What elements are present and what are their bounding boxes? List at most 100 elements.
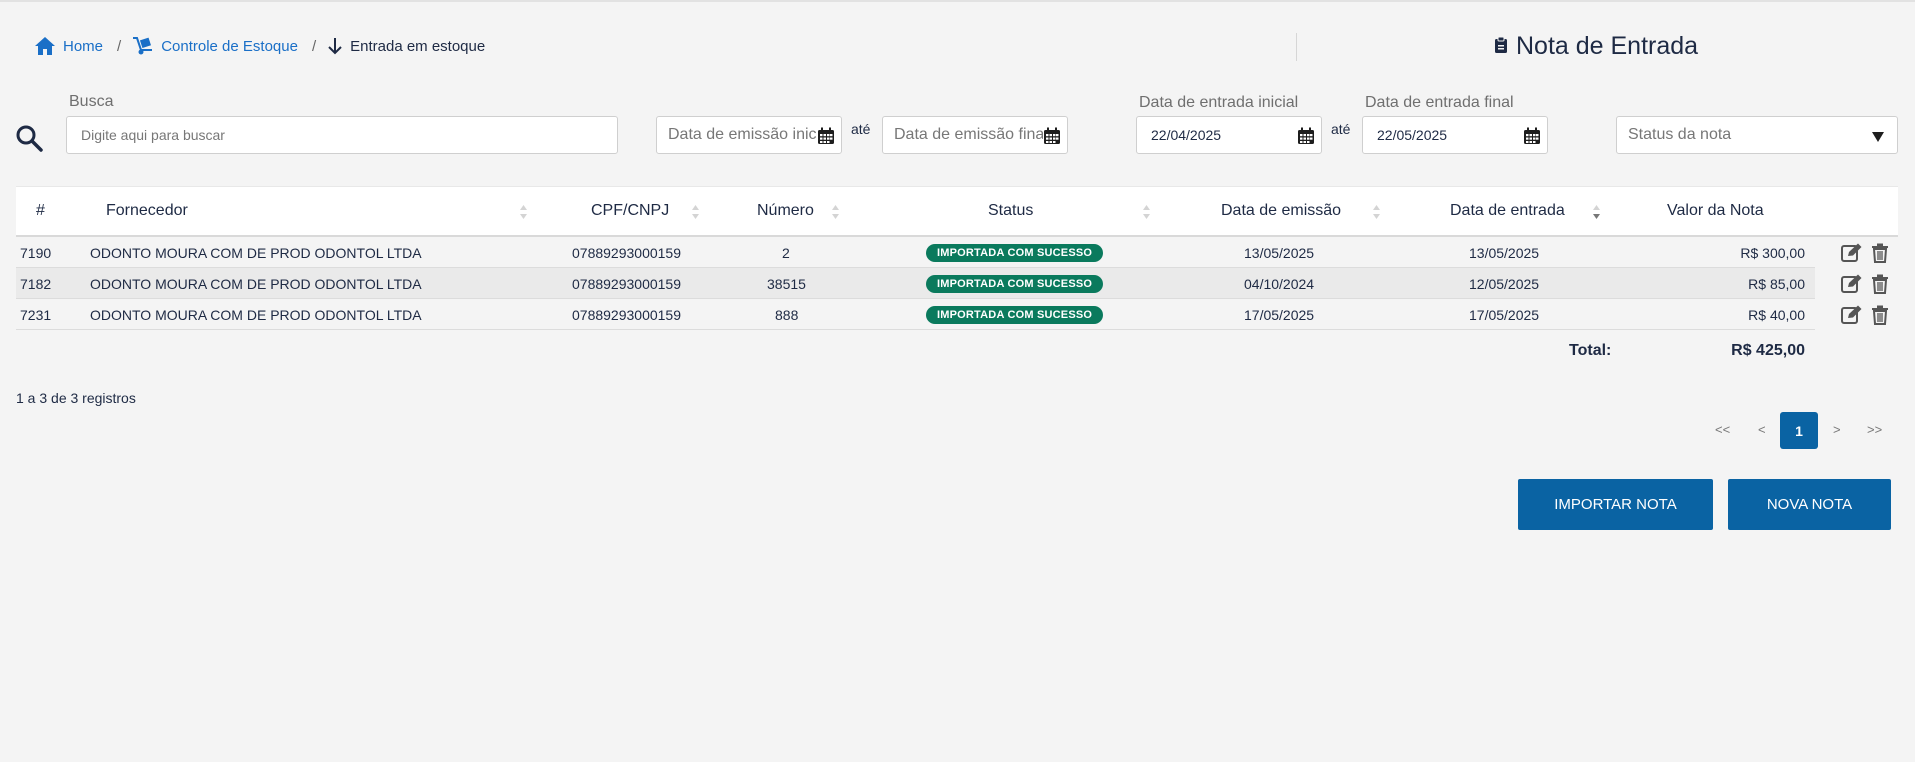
column-header-fornecedor[interactable]: Fornecedor [106, 202, 188, 220]
sort-icon[interactable] [519, 204, 528, 225]
cell-cnpj: 07889293000159 [572, 307, 682, 323]
title-divider [1296, 33, 1297, 61]
entry-end-label: Data de entrada final [1365, 94, 1514, 111]
sort-icon[interactable] [1142, 204, 1151, 225]
cell-data-emissao: 04/10/2024 [1244, 276, 1315, 292]
emission-end-date-field[interactable]: Data de emissão final [882, 116, 1068, 154]
cell-id: 7231 [20, 307, 52, 323]
column-header-id[interactable]: # [36, 202, 45, 220]
status-badge: IMPORTADA COM SUCESSO [926, 244, 1104, 262]
column-header-valor[interactable]: Valor da Nota [1667, 202, 1764, 220]
table-row[interactable]: 7182 ODONTO MOURA COM DE PROD ODONTOL LT… [16, 268, 1888, 299]
row-actions [1841, 243, 1889, 266]
records-info: 1 a 3 de 3 registros [16, 390, 136, 406]
breadcrumb-separator: / [117, 37, 122, 55]
cell-fornecedor: ODONTO MOURA COM DE PROD ODONTOL LTDA [90, 245, 422, 261]
trash-icon[interactable] [1871, 305, 1889, 328]
trash-icon[interactable] [1871, 243, 1889, 266]
ate-label: até [1331, 121, 1351, 137]
edit-icon[interactable] [1841, 274, 1863, 297]
pagination-prev[interactable]: < [1758, 422, 1766, 437]
cell-valor: R$ 40,00 [1748, 307, 1805, 323]
breadcrumb-separator: / [311, 37, 317, 55]
cell-numero: 2 [782, 245, 790, 261]
search-label: Busca [69, 93, 114, 110]
caret-down-icon [1871, 130, 1885, 148]
cell-data-emissao: 17/05/2025 [1244, 307, 1315, 323]
calendar-icon[interactable] [1297, 127, 1315, 148]
status-badge: IMPORTADA COM SUCESSO [926, 275, 1104, 293]
column-header-numero[interactable]: Número [757, 202, 814, 220]
arrow-down-icon [327, 36, 343, 56]
search-icon[interactable] [15, 124, 43, 157]
ate-label: até [851, 121, 871, 137]
cell-id: 7190 [20, 245, 52, 261]
table-header: # Fornecedor CPF/CNPJ Número Status Data… [16, 186, 1898, 237]
entry-start-label: Data de entrada inicial [1139, 94, 1299, 111]
pagination-last[interactable]: >> [1867, 422, 1882, 437]
breadcrumb: Home / Controle de Estoque / Entrada em … [34, 34, 485, 58]
cell-valor: R$ 85,00 [1748, 276, 1805, 292]
page-title-text: Nota de Entrada [1516, 32, 1699, 60]
cell-cnpj: 07889293000159 [572, 245, 682, 261]
sort-icon[interactable] [691, 204, 700, 225]
new-note-button[interactable]: NOVA NOTA [1728, 479, 1891, 530]
clipboard-icon [1494, 32, 1508, 61]
row-actions [1841, 305, 1889, 328]
breadcrumb-home[interactable]: Home [34, 36, 103, 56]
cell-valor: R$ 300,00 [1740, 245, 1805, 261]
entry-end-value: 22/05/2025 [1377, 127, 1448, 143]
cell-numero: 38515 [767, 276, 806, 292]
total-row: Total: R$ 425,00 [16, 330, 1898, 370]
page-title: Nota de Entrada [1494, 32, 1698, 61]
calendar-icon[interactable] [1043, 127, 1061, 150]
breadcrumb-home-label[interactable]: Home [63, 38, 103, 55]
cell-data-entrada: 17/05/2025 [1469, 307, 1540, 323]
cell-data-entrada: 13/05/2025 [1469, 245, 1540, 261]
trash-icon[interactable] [1871, 274, 1889, 297]
emission-start-placeholder: Data de emissão inicial [668, 126, 833, 143]
search-input[interactable]: Digite aqui para buscar [66, 116, 618, 154]
breadcrumb-stock[interactable]: Controle de Estoque [132, 36, 298, 56]
column-header-cpf-cnpj[interactable]: CPF/CNPJ [591, 202, 669, 220]
pagination-next[interactable]: > [1833, 422, 1841, 437]
column-header-status[interactable]: Status [988, 202, 1033, 220]
invoice-table: # Fornecedor CPF/CNPJ Número Status Data… [16, 186, 1898, 370]
calendar-icon[interactable] [1523, 127, 1541, 148]
table-row[interactable]: 7190 ODONTO MOURA COM DE PROD ODONTOL LT… [16, 237, 1888, 268]
row-actions [1841, 274, 1889, 297]
cell-data-emissao: 13/05/2025 [1244, 245, 1315, 261]
sort-desc-icon[interactable] [1592, 204, 1601, 225]
cell-id: 7182 [20, 276, 52, 292]
emission-start-date-field[interactable]: Data de emissão inicial [656, 116, 842, 154]
top-border [0, 0, 1915, 2]
import-note-button[interactable]: IMPORTAR NOTA [1518, 479, 1713, 530]
sort-icon[interactable] [831, 204, 840, 225]
table-row[interactable]: 7231 ODONTO MOURA COM DE PROD ODONTOL LT… [16, 299, 1888, 330]
breadcrumb-current: Entrada em estoque [327, 36, 485, 56]
sort-icon[interactable] [1372, 204, 1381, 225]
column-header-data-emissao[interactable]: Data de emissão [1221, 202, 1341, 220]
status-select-placeholder: Status da nota [1628, 126, 1732, 143]
cell-numero: 888 [775, 307, 799, 323]
calendar-icon[interactable] [817, 127, 835, 150]
emission-end-placeholder: Data de emissão final [894, 126, 1048, 143]
entry-end-date-field[interactable]: 22/05/2025 [1362, 116, 1548, 154]
status-badge: IMPORTADA COM SUCESSO [926, 306, 1104, 324]
breadcrumb-stock-label[interactable]: Controle de Estoque [161, 38, 298, 55]
column-header-data-entrada[interactable]: Data de entrada [1450, 202, 1565, 220]
entry-start-value: 22/04/2025 [1151, 127, 1222, 143]
total-label: Total: [1569, 342, 1612, 359]
cell-fornecedor: ODONTO MOURA COM DE PROD ODONTOL LTDA [90, 276, 422, 292]
cell-data-entrada: 12/05/2025 [1469, 276, 1540, 292]
dolly-icon [132, 36, 154, 56]
status-select[interactable]: Status da nota [1616, 116, 1898, 154]
home-icon [34, 36, 56, 56]
edit-icon[interactable] [1841, 243, 1863, 266]
breadcrumb-current-label: Entrada em estoque [350, 37, 486, 55]
edit-icon[interactable] [1841, 305, 1863, 328]
pagination-first[interactable]: << [1715, 422, 1730, 437]
entry-start-date-field[interactable]: 22/04/2025 [1136, 116, 1322, 154]
cell-fornecedor: ODONTO MOURA COM DE PROD ODONTOL LTDA [90, 307, 422, 323]
pagination-page-current[interactable]: 1 [1780, 412, 1818, 449]
